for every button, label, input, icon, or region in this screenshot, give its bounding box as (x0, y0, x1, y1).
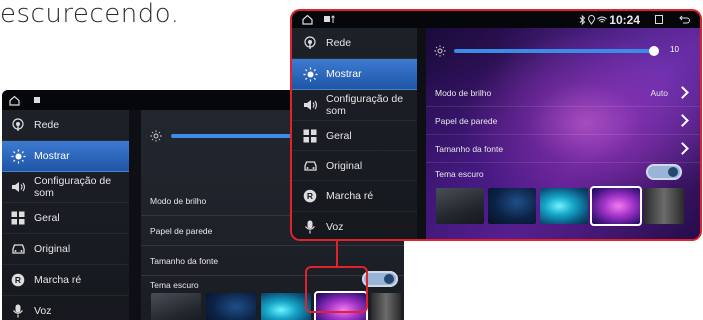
sidebar-item-label: Original (34, 243, 71, 255)
location-icon (587, 14, 596, 25)
microphone-icon (302, 219, 318, 235)
toggle-knob (668, 167, 678, 177)
reverse-icon: R (10, 272, 26, 288)
sidebar-item-label: Configuração de som (34, 175, 112, 199)
left-sidebar: Rede Mostrar Configuração de som Geral O… (2, 110, 129, 320)
right-device-screen: 10:24 Rede Mostrar Configuração de som G… (292, 11, 700, 239)
sidebar-item-mostrar[interactable]: Mostrar (2, 141, 129, 172)
reverse-icon: R (302, 188, 318, 204)
network-icon (10, 117, 26, 133)
sidebar-item-label: Rede (34, 119, 60, 131)
car-icon (10, 241, 26, 257)
wallpaper-thumbnail-selected[interactable] (590, 186, 642, 226)
wallpaper-thumbnail[interactable] (540, 188, 588, 224)
chevron-right-icon[interactable] (676, 86, 689, 99)
status-time: 10:24 (609, 12, 640, 27)
brightness-icon (10, 148, 26, 164)
row-papel-de-parede[interactable]: Papel de parede (426, 107, 700, 135)
car-icon (302, 158, 318, 174)
brightness-icon (302, 66, 318, 82)
wallpaper-thumbnail[interactable] (151, 293, 201, 320)
sidebar-item-original[interactable]: Original (292, 151, 417, 181)
brightness-small-icon (150, 129, 162, 147)
connector-line (336, 240, 338, 266)
chevron-right-icon[interactable] (676, 114, 689, 127)
home-icon[interactable] (8, 94, 20, 106)
sidebar-item-voz[interactable]: Voz (2, 296, 129, 320)
brightness-value: 10 (670, 45, 679, 54)
sidebar-item-rede[interactable]: Rede (292, 28, 417, 59)
wallpaper-thumbnail[interactable] (206, 293, 256, 320)
row-tamanho-da-fonte[interactable]: Tamanho da fonte (426, 135, 700, 163)
sidebar-item-label: Configuração de som (326, 93, 404, 117)
speaker-icon (10, 179, 26, 195)
brightness-slider-knob[interactable] (649, 46, 659, 56)
wallpaper-thumbnail[interactable] (488, 188, 536, 224)
home-icon[interactable] (301, 14, 313, 26)
sidebar-item-label: Voz (326, 221, 344, 233)
caption-text: escurecendo. (0, 0, 180, 29)
sidebar-item-label: Geral (34, 212, 60, 224)
back-icon[interactable] (678, 15, 690, 25)
sidebar-item-original[interactable]: Original (2, 234, 129, 265)
sidebar-item-label: Voz (34, 305, 52, 317)
sidebar-item-label: Marcha ré (326, 190, 374, 202)
sidebar-item-label: Original (326, 159, 363, 172)
svg-text:R: R (15, 275, 21, 285)
right-status-bar: 10:24 (292, 11, 700, 28)
row-label: Tamanho da fonte (435, 143, 504, 154)
notification-icon (32, 95, 42, 105)
sidebar-item-label: Mostrar (326, 68, 362, 80)
wallpaper-highlight-box (305, 266, 368, 313)
sidebar-item-voz[interactable]: Voz (292, 212, 417, 239)
wallpaper-thumbnail[interactable] (644, 188, 684, 224)
chevron-right-icon[interactable] (676, 142, 689, 155)
row-label: Modo de brilho (435, 87, 492, 98)
sidebar-item-marcha-re[interactable]: R Marcha ré (292, 181, 417, 212)
row-modo-de-brilho[interactable]: Modo de brilho Auto (426, 79, 700, 107)
window-icon[interactable] (654, 15, 664, 25)
sidebar-item-label: Marcha ré (34, 274, 82, 286)
brightness-mode-value: Auto (650, 87, 669, 98)
sidebar-item-configuracao-de-som[interactable]: Configuração de som (2, 172, 129, 203)
brightness-slider[interactable] (454, 49, 654, 53)
grid-icon (10, 210, 26, 226)
row-value: Auto (650, 86, 692, 99)
toggle-knob (384, 274, 394, 284)
svg-text:R: R (307, 191, 313, 201)
right-sidebar: Rede Mostrar Configuração de som Geral O… (292, 28, 417, 239)
dark-theme-toggle[interactable] (646, 164, 682, 180)
network-icon (302, 35, 318, 51)
sidebar-item-label: Mostrar (34, 150, 70, 162)
sidebar-item-geral[interactable]: Geral (292, 121, 417, 151)
sidebar-item-marcha-re[interactable]: R Marcha ré (2, 265, 129, 296)
notification-icon (323, 15, 337, 25)
sidebar-item-label: Rede (326, 37, 352, 49)
wifi-icon (596, 15, 607, 25)
sidebar-item-geral[interactable]: Geral (2, 203, 129, 234)
row-label: Papel de parede (150, 225, 213, 236)
row-label: Modo de brilho (150, 195, 207, 206)
row-label: Tamanho da fonte (150, 255, 219, 266)
right-content-panel: 10 Modo de brilho Auto Papel de parede T… (426, 28, 700, 239)
row-label: Papel de parede (435, 115, 498, 126)
microphone-icon (10, 303, 26, 319)
wallpaper-thumbnail[interactable] (261, 293, 311, 320)
sidebar-item-rede[interactable]: Rede (2, 110, 129, 141)
bluetooth-icon (578, 14, 587, 25)
sidebar-item-configuracao-de-som[interactable]: Configuração de som (292, 90, 417, 121)
row-label: Tema escuro (435, 169, 484, 179)
wallpaper-thumbnail[interactable] (371, 293, 401, 320)
sidebar-item-mostrar[interactable]: Mostrar (292, 59, 417, 90)
grid-icon (302, 128, 318, 144)
sidebar-item-label: Geral (326, 129, 352, 142)
row-label: Tema escuro (150, 280, 199, 290)
wallpaper-thumbnail[interactable] (436, 188, 484, 224)
brightness-small-icon (434, 44, 446, 62)
speaker-icon (302, 97, 318, 113)
